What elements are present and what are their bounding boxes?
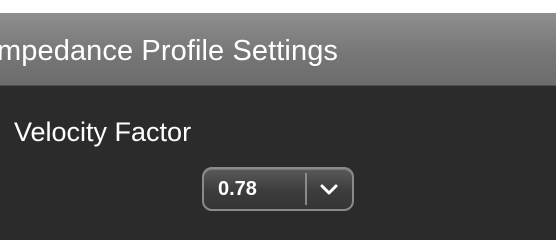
velocity-factor-label: Velocity Factor bbox=[14, 117, 192, 147]
impedance-profile-settings-panel: mpedance Profile Settings Velocity Facto… bbox=[0, 13, 556, 240]
screenshot-frame: mpedance Profile Settings Velocity Facto… bbox=[0, 0, 556, 245]
velocity-factor-dropdown[interactable]: 0.78 bbox=[202, 167, 354, 211]
dropdown-divider bbox=[305, 173, 307, 205]
chevron-down-icon[interactable] bbox=[315, 178, 343, 200]
panel-title-bar: mpedance Profile Settings bbox=[0, 13, 556, 86]
panel-title: mpedance Profile Settings bbox=[0, 35, 339, 67]
velocity-factor-value: 0.78 bbox=[218, 178, 257, 200]
